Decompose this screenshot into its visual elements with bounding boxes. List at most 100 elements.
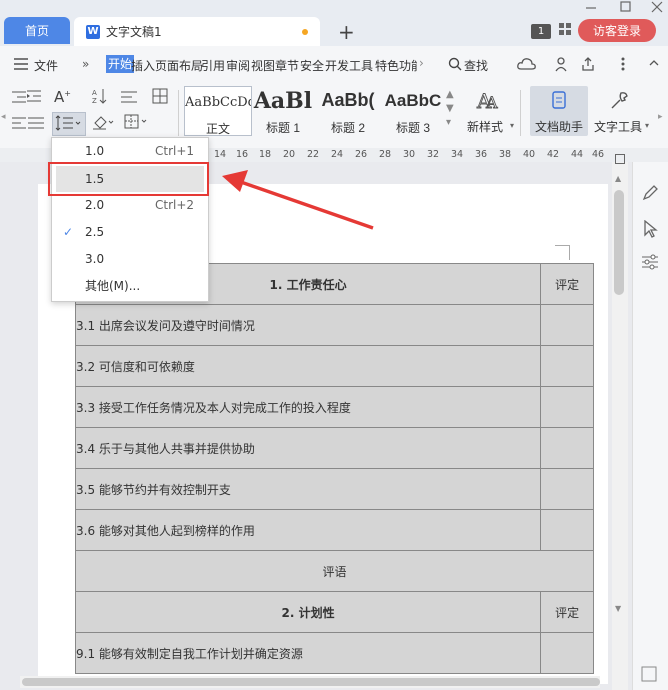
indent-icon[interactable]: [26, 88, 42, 107]
table-row[interactable]: 3.1 出席会议发问及遵守时间情况: [74, 304, 542, 346]
page-corner-mark: [555, 245, 570, 260]
spacing-option-3-0[interactable]: 3.0: [51, 246, 207, 272]
new-style-dropdown-icon[interactable]: ▾: [510, 121, 514, 130]
section-title-planning[interactable]: 2. 计划性: [74, 591, 542, 633]
pen-icon[interactable]: [641, 184, 659, 205]
rating-cell[interactable]: [540, 304, 594, 346]
sliders-icon[interactable]: [641, 254, 659, 273]
style-sample-heading2: AaBb(: [321, 90, 375, 110]
rating-header[interactable]: 评定: [540, 591, 594, 633]
close-icon[interactable]: [651, 1, 663, 17]
comment-row[interactable]: 评语: [75, 550, 594, 592]
more-chevron-icon[interactable]: »: [82, 57, 89, 71]
table-row[interactable]: 3.2 可信度和可依赖度: [74, 345, 542, 387]
ruler-toggle-icon[interactable]: [615, 153, 625, 167]
writer-doc-icon: W: [86, 24, 100, 39]
line-spacing-button[interactable]: [52, 112, 86, 136]
new-style-button[interactable]: 新样式: [467, 118, 503, 135]
doc-assistant-button[interactable]: 文档助手: [530, 86, 588, 136]
rating-cell[interactable]: [540, 468, 594, 510]
wrench-icon[interactable]: [608, 90, 630, 115]
window-count-badge[interactable]: 1: [531, 24, 551, 39]
justify-icon[interactable]: [28, 116, 44, 133]
horizontal-scroll-thumb[interactable]: [22, 678, 600, 686]
font-size-icon[interactable]: A+: [54, 88, 71, 106]
spacing-option-other[interactable]: 其他(M)...: [51, 273, 207, 299]
option-shortcut: Ctrl+1: [155, 144, 195, 158]
text-tools-button[interactable]: 文字工具: [594, 118, 642, 135]
rating-cell[interactable]: [540, 632, 594, 674]
menu-tab-features[interactable]: 特色功能: [375, 57, 417, 74]
text-tools-dropdown-icon[interactable]: ▾: [645, 121, 649, 130]
style-heading1[interactable]: AaBl 标题 1: [252, 86, 314, 135]
table-row[interactable]: 9.1 能够有效制定自我工作计划并确定资源: [74, 632, 542, 674]
menu-tab-review[interactable]: 审阅: [226, 57, 250, 74]
minimize-icon[interactable]: [585, 0, 597, 16]
styles-scroll-icon[interactable]: ▲ ▼ ▾: [446, 88, 454, 130]
right-side-panel: [632, 162, 668, 690]
style-normal[interactable]: AaBbCcDd 正文: [184, 86, 252, 136]
align-left-icon[interactable]: [12, 116, 26, 133]
spacing-option-2-5[interactable]: ✓ 2.5: [51, 219, 207, 245]
tab-document[interactable]: W 文字文稿1: [74, 17, 320, 46]
collapse-ribbon-icon[interactable]: [648, 57, 660, 72]
export-icon[interactable]: [580, 56, 596, 75]
cloud-icon[interactable]: [517, 56, 537, 75]
style-heading2[interactable]: AaBb( 标题 2: [316, 86, 380, 135]
rating-cell[interactable]: [540, 427, 594, 469]
maximize-icon[interactable]: [620, 1, 632, 17]
sort-icon[interactable]: AZ: [92, 88, 108, 107]
search-icon[interactable]: [448, 57, 462, 74]
indent-left-icon[interactable]: [12, 90, 26, 108]
style-heading3[interactable]: AaBbC 标题 3: [382, 86, 444, 135]
hamburger-icon[interactable]: [14, 58, 28, 73]
table-row[interactable]: 3.3 接受工作任务情况及本人对完成工作的投入程度: [74, 386, 542, 428]
new-style-icon[interactable]: AA: [476, 89, 502, 115]
paragraph-settings-icon[interactable]: [120, 88, 138, 107]
ribbon-scroll-left-icon[interactable]: ◂: [1, 112, 6, 122]
scroll-up-icon[interactable]: ▲: [615, 174, 621, 183]
table-row[interactable]: 3.6 能够对其他人起到榜样的作用: [74, 509, 542, 551]
spacing-option-1-0[interactable]: 1.0 Ctrl+1: [51, 138, 207, 164]
cursor-icon[interactable]: [643, 219, 659, 241]
more-options-icon[interactable]: [620, 56, 626, 75]
evaluation-table[interactable]: 1. 工作责任心 评定 3.1 出席会议发问及遵守时间情况 3.2 可信度和可依…: [74, 263, 594, 674]
shading-icon[interactable]: [92, 114, 114, 133]
highlight-box: [48, 162, 209, 196]
menu-tab-references[interactable]: 引用: [201, 57, 225, 74]
menu-tab-security[interactable]: 安全: [300, 57, 324, 74]
scroll-right-icon[interactable]: ›: [419, 56, 424, 70]
vertical-scroll-thumb[interactable]: [614, 190, 624, 295]
menu-tab-start[interactable]: 开始: [106, 55, 135, 73]
rating-cell[interactable]: [540, 345, 594, 387]
ruler-tick: 20: [283, 149, 296, 160]
file-menu[interactable]: 文件: [34, 57, 58, 74]
tab-home[interactable]: 首页: [4, 17, 70, 44]
ruler-tick: 16: [236, 149, 249, 160]
menu-tab-insert[interactable]: 插入: [131, 57, 155, 74]
scroll-down-icon[interactable]: ▼: [615, 604, 621, 613]
ruler-tick: 30: [403, 149, 416, 160]
search-label[interactable]: 查找: [464, 57, 488, 74]
ruler-tick: 28: [379, 149, 392, 160]
style-label-heading1: 标题 1: [265, 121, 300, 135]
ribbon-scroll-right-icon[interactable]: ▸: [658, 112, 663, 122]
rating-header[interactable]: 评定: [540, 263, 594, 305]
table-row[interactable]: 3.5 能够节约并有效控制开支: [74, 468, 542, 510]
rating-cell[interactable]: [540, 386, 594, 428]
table-row[interactable]: 3.4 乐于与其他人共事并提供协助: [74, 427, 542, 469]
border-icon[interactable]: [124, 114, 150, 133]
new-tab-button[interactable]: +: [338, 20, 355, 44]
menu-tab-view[interactable]: 视图: [251, 57, 275, 74]
grid-icon[interactable]: [558, 22, 572, 36]
menu-tab-developer[interactable]: 开发工具: [325, 57, 373, 74]
share-user-icon[interactable]: [554, 56, 570, 75]
rating-cell[interactable]: [540, 509, 594, 551]
menu-tab-layout[interactable]: 页面布局: [155, 57, 203, 74]
ruler-tick: 14: [214, 149, 227, 160]
table-icon[interactable]: [152, 88, 168, 107]
zoom-icon[interactable]: [640, 665, 658, 686]
menu-tab-chapter[interactable]: 章节: [275, 57, 299, 74]
ruler-tick: 18: [259, 149, 272, 160]
guest-login-button[interactable]: 访客登录: [578, 19, 656, 42]
